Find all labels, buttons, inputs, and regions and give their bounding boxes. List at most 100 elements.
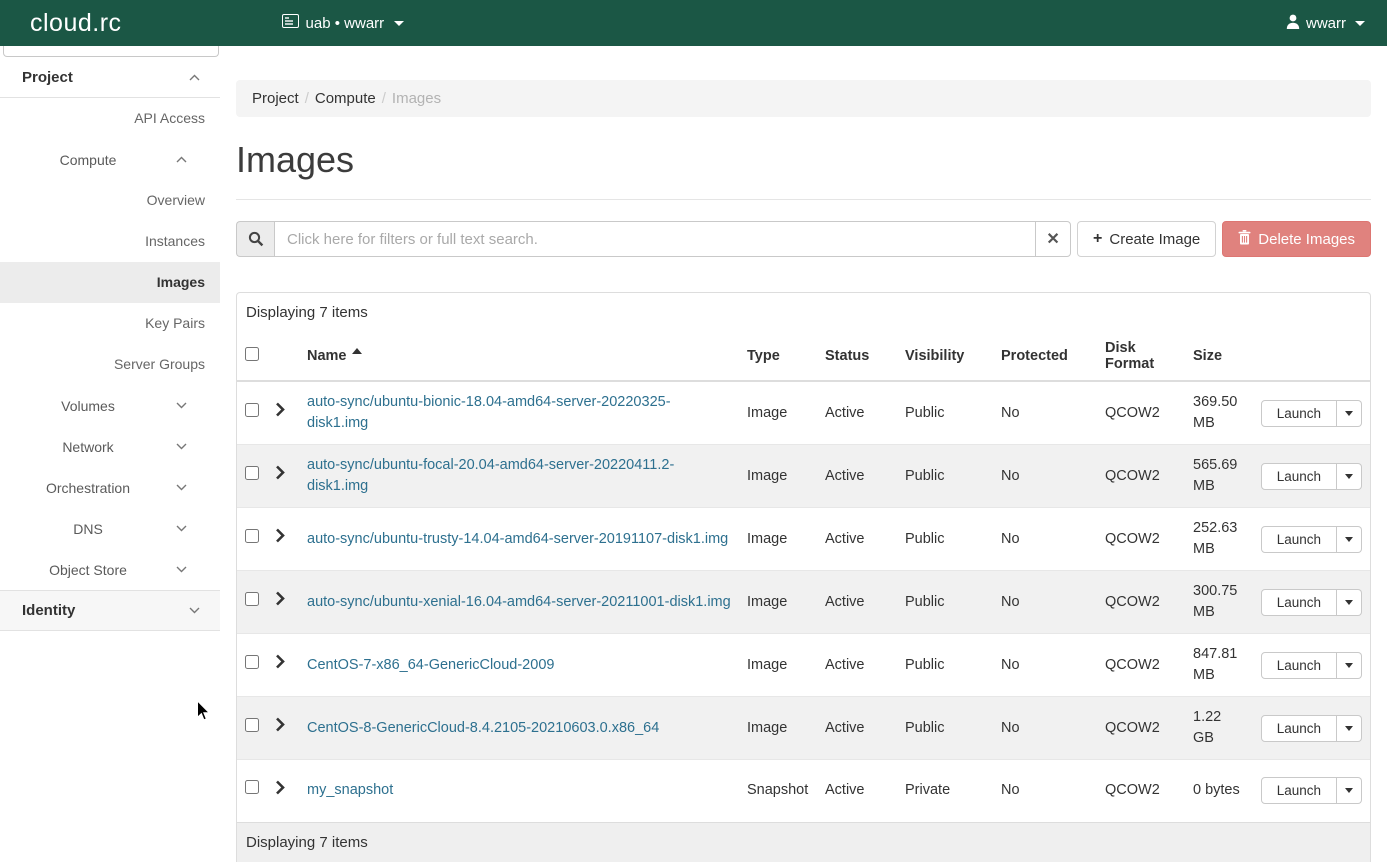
image-name-link[interactable]: my_snapshot	[307, 782, 393, 798]
cell-disk-format: QCOW2	[1097, 697, 1185, 760]
chevron-down-icon	[176, 402, 187, 409]
filter-search-input[interactable]	[274, 221, 1035, 257]
cell-protected: No	[993, 508, 1097, 571]
table-header-row: Name Type Status Visibility Protected Di…	[237, 332, 1370, 381]
row-checkbox[interactable]	[245, 780, 259, 794]
column-label: Name	[307, 348, 347, 364]
create-image-button[interactable]: + Create Image	[1077, 221, 1216, 257]
launch-dropdown-toggle[interactable]	[1337, 652, 1362, 679]
cell-visibility: Private	[897, 760, 993, 822]
caret-down-icon	[1345, 411, 1353, 416]
column-header-name[interactable]: Name	[299, 332, 739, 381]
row-checkbox[interactable]	[245, 529, 259, 543]
sidebar-section-identity[interactable]: Identity	[0, 590, 220, 631]
table-row: my_snapshot Snapshot Active Private No Q…	[237, 760, 1370, 822]
chevron-right-icon[interactable]	[275, 528, 285, 550]
title-divider	[236, 199, 1371, 200]
caret-down-icon	[1345, 600, 1353, 605]
cell-visibility: Public	[897, 571, 993, 634]
launch-dropdown-toggle[interactable]	[1337, 589, 1362, 616]
table-row: CentOS-8-GenericCloud-8.4.2105-20210603.…	[237, 697, 1370, 760]
caret-down-icon	[1345, 788, 1353, 793]
select-all-checkbox[interactable]	[245, 347, 259, 361]
cell-protected: No	[993, 571, 1097, 634]
plus-icon: +	[1093, 230, 1102, 248]
column-header-size[interactable]: Size	[1185, 332, 1249, 381]
list-alt-icon	[282, 14, 299, 32]
row-checkbox[interactable]	[245, 592, 259, 606]
image-name-link[interactable]: auto-sync/ubuntu-trusty-14.04-amd64-serv…	[307, 531, 728, 547]
cell-visibility: Public	[897, 634, 993, 697]
sidebar-item-api-access[interactable]: API Access	[0, 98, 220, 139]
column-header-visibility[interactable]: Visibility	[897, 332, 993, 381]
launch-button[interactable]: Launch	[1261, 589, 1337, 616]
launch-button[interactable]: Launch	[1261, 463, 1337, 490]
sort-ascending-icon	[352, 348, 362, 354]
clear-search-icon[interactable]: ✕	[1035, 221, 1071, 257]
sidebar-group-label: Object Store	[0, 562, 176, 578]
delete-images-button[interactable]: Delete Images	[1222, 221, 1371, 257]
launch-dropdown-toggle[interactable]	[1337, 526, 1362, 553]
sidebar-item-instances[interactable]: Instances	[0, 221, 220, 262]
sidebar-group-orchestration[interactable]: Orchestration	[0, 467, 220, 508]
chevron-down-icon	[176, 525, 187, 532]
sidebar-item-images[interactable]: Images	[0, 262, 220, 303]
row-checkbox[interactable]	[245, 466, 259, 480]
chevron-right-icon[interactable]	[275, 780, 285, 802]
sidebar-scrolled-panel-edge	[3, 46, 219, 57]
sidebar-group-label: Compute	[0, 152, 176, 168]
breadcrumb-compute[interactable]: Compute	[315, 90, 376, 107]
user-menu[interactable]: wwarr	[1286, 14, 1365, 33]
sidebar-group-dns[interactable]: DNS	[0, 508, 220, 549]
chevron-right-icon[interactable]	[275, 654, 285, 676]
image-name-link[interactable]: auto-sync/ubuntu-xenial-16.04-amd64-serv…	[307, 594, 731, 610]
launch-dropdown-toggle[interactable]	[1337, 463, 1362, 490]
sidebar-section-project[interactable]: Project	[0, 57, 220, 98]
chevron-down-icon	[176, 443, 187, 450]
column-header-protected[interactable]: Protected	[993, 332, 1097, 381]
sidebar-group-object-store[interactable]: Object Store	[0, 549, 220, 590]
column-header-type[interactable]: Type	[739, 332, 817, 381]
sidebar-group-network[interactable]: Network	[0, 426, 220, 467]
image-name-link[interactable]: auto-sync/ubuntu-focal-20.04-amd64-serve…	[307, 457, 674, 494]
row-checkbox[interactable]	[245, 655, 259, 669]
sidebar-item-server-groups[interactable]: Server Groups	[0, 344, 220, 385]
image-name-link[interactable]: auto-sync/ubuntu-bionic-18.04-amd64-serv…	[307, 394, 671, 431]
project-context-switcher[interactable]: uab • wwarr	[282, 14, 405, 32]
image-name-link[interactable]: CentOS-7-x86_64-GenericCloud-2009	[307, 657, 554, 673]
launch-button[interactable]: Launch	[1261, 526, 1337, 553]
row-checkbox[interactable]	[245, 718, 259, 732]
breadcrumb-project[interactable]: Project	[252, 90, 299, 107]
filter-search-group: ✕	[236, 221, 1071, 257]
cell-status: Active	[817, 381, 897, 445]
column-header-status[interactable]: Status	[817, 332, 897, 381]
launch-dropdown-toggle[interactable]	[1337, 777, 1362, 804]
cell-disk-format: QCOW2	[1097, 634, 1185, 697]
launch-button[interactable]: Launch	[1261, 400, 1337, 427]
launch-dropdown-toggle[interactable]	[1337, 715, 1362, 742]
cell-protected: No	[993, 634, 1097, 697]
launch-dropdown-toggle[interactable]	[1337, 400, 1362, 427]
chevron-right-icon[interactable]	[275, 717, 285, 739]
breadcrumb-current: Images	[392, 90, 441, 107]
image-name-link[interactable]: CentOS-8-GenericCloud-8.4.2105-20210603.…	[307, 720, 659, 736]
cell-size: 300.75 MB	[1185, 571, 1249, 634]
row-checkbox[interactable]	[245, 403, 259, 417]
chevron-right-icon[interactable]	[275, 591, 285, 613]
sidebar-item-key-pairs[interactable]: Key Pairs	[0, 303, 220, 344]
cell-type: Image	[739, 697, 817, 760]
table-row: CentOS-7-x86_64-GenericCloud-2009 Image …	[237, 634, 1370, 697]
chevron-right-icon[interactable]	[275, 465, 285, 487]
sidebar-group-compute[interactable]: Compute	[0, 139, 220, 180]
sidebar-item-overview[interactable]: Overview	[0, 180, 220, 221]
chevron-right-icon[interactable]	[275, 402, 285, 424]
table-row: auto-sync/ubuntu-focal-20.04-amd64-serve…	[237, 445, 1370, 508]
cell-type: Image	[739, 508, 817, 571]
sidebar-group-volumes[interactable]: Volumes	[0, 385, 220, 426]
launch-button[interactable]: Launch	[1261, 777, 1337, 804]
cell-status: Active	[817, 634, 897, 697]
column-header-disk-format[interactable]: Disk Format	[1097, 332, 1185, 381]
sidebar-group-label: Network	[0, 439, 176, 455]
launch-button[interactable]: Launch	[1261, 652, 1337, 679]
launch-button[interactable]: Launch	[1261, 715, 1337, 742]
